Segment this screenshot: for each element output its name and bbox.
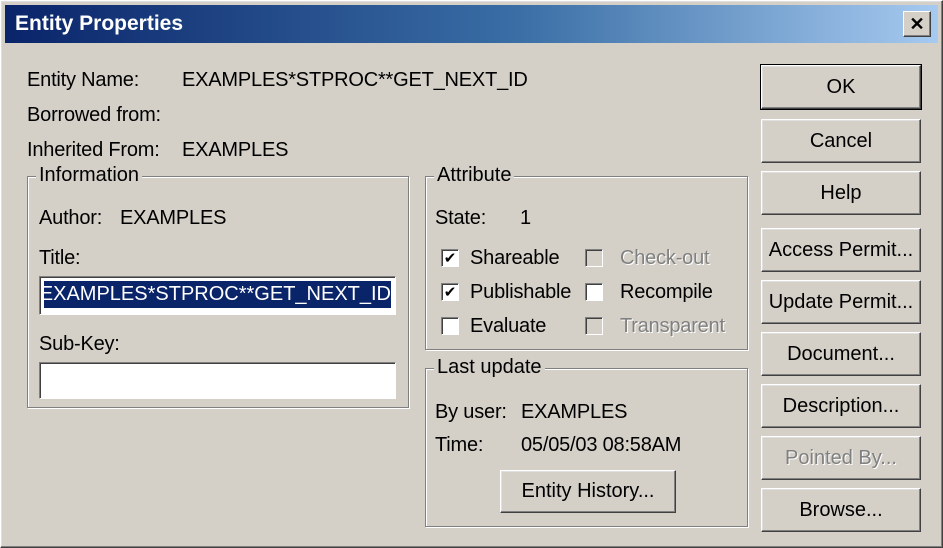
last-update-group: Last update By user: EXAMPLES Time: 05/0…: [425, 356, 748, 527]
transparent-checkbox[interactable]: [585, 317, 603, 335]
subkey-input[interactable]: [39, 362, 396, 399]
attribute-group: Attribute State: 1 ✔ Shareable Check-out…: [425, 164, 748, 350]
checkmark-icon: ✔: [443, 283, 457, 301]
publishable-checkbox[interactable]: ✔: [441, 283, 459, 301]
transparent-label: Transparent: [620, 315, 725, 337]
shareable-checkbox[interactable]: ✔: [441, 249, 459, 267]
attribute-legend: Attribute: [434, 164, 515, 187]
time-value: 05/05/03 08:58AM: [521, 434, 682, 456]
entity-history-button[interactable]: Entity History...: [500, 470, 676, 513]
time-label: Time:: [435, 434, 484, 456]
recompile-checkbox[interactable]: [585, 283, 603, 301]
last-update-legend: Last update: [434, 356, 545, 379]
inherited-from-value: EXAMPLES: [182, 139, 289, 161]
borrowed-from-label: Borrowed from:: [27, 104, 161, 126]
entity-name-label: Entity Name:: [27, 69, 140, 91]
browse-button[interactable]: Browse...: [761, 488, 921, 532]
close-icon: ✕: [909, 14, 925, 34]
information-group: Information Author: EXAMPLES Title: EXAM…: [27, 164, 409, 408]
help-button[interactable]: Help: [761, 171, 921, 215]
document-button[interactable]: Document...: [761, 332, 921, 376]
title-input[interactable]: EXAMPLES*STPROC**GET_NEXT_ID: [39, 276, 396, 315]
entity-name-value: EXAMPLES*STPROC**GET_NEXT_ID: [182, 69, 528, 91]
title-selected-text: EXAMPLES*STPROC**GET_NEXT_ID: [44, 281, 391, 308]
author-label: Author:: [39, 207, 103, 229]
ok-button[interactable]: OK: [760, 64, 922, 110]
evaluate-label: Evaluate: [470, 315, 547, 337]
check-out-label: Check-out: [620, 247, 710, 269]
check-out-checkbox[interactable]: [585, 249, 603, 267]
pointed-by-button[interactable]: Pointed By...: [761, 436, 921, 480]
inherited-from-label: Inherited From:: [27, 139, 160, 161]
window-title: Entity Properties: [15, 12, 184, 35]
subkey-label: Sub-Key:: [39, 333, 120, 355]
title-label: Title:: [39, 247, 81, 269]
description-button[interactable]: Description...: [761, 384, 921, 428]
access-permit-button[interactable]: Access Permit...: [761, 228, 921, 272]
by-user-label: By user:: [435, 401, 507, 423]
author-value: EXAMPLES: [120, 207, 227, 229]
state-value: 1: [520, 207, 531, 229]
recompile-label: Recompile: [620, 281, 713, 303]
update-permit-button[interactable]: Update Permit...: [761, 280, 921, 324]
entity-properties-dialog: Entity Properties ✕ Entity Name: EXAMPLE…: [0, 0, 943, 548]
close-button[interactable]: ✕: [903, 11, 931, 37]
cancel-button[interactable]: Cancel: [761, 119, 921, 163]
checkmark-icon: ✔: [443, 249, 457, 267]
title-bar[interactable]: Entity Properties ✕: [5, 5, 938, 43]
state-label: State:: [435, 207, 487, 229]
by-user-value: EXAMPLES: [521, 401, 628, 423]
shareable-label: Shareable: [470, 247, 560, 269]
evaluate-checkbox[interactable]: [441, 317, 459, 335]
publishable-label: Publishable: [470, 281, 572, 303]
information-legend: Information: [36, 164, 143, 187]
